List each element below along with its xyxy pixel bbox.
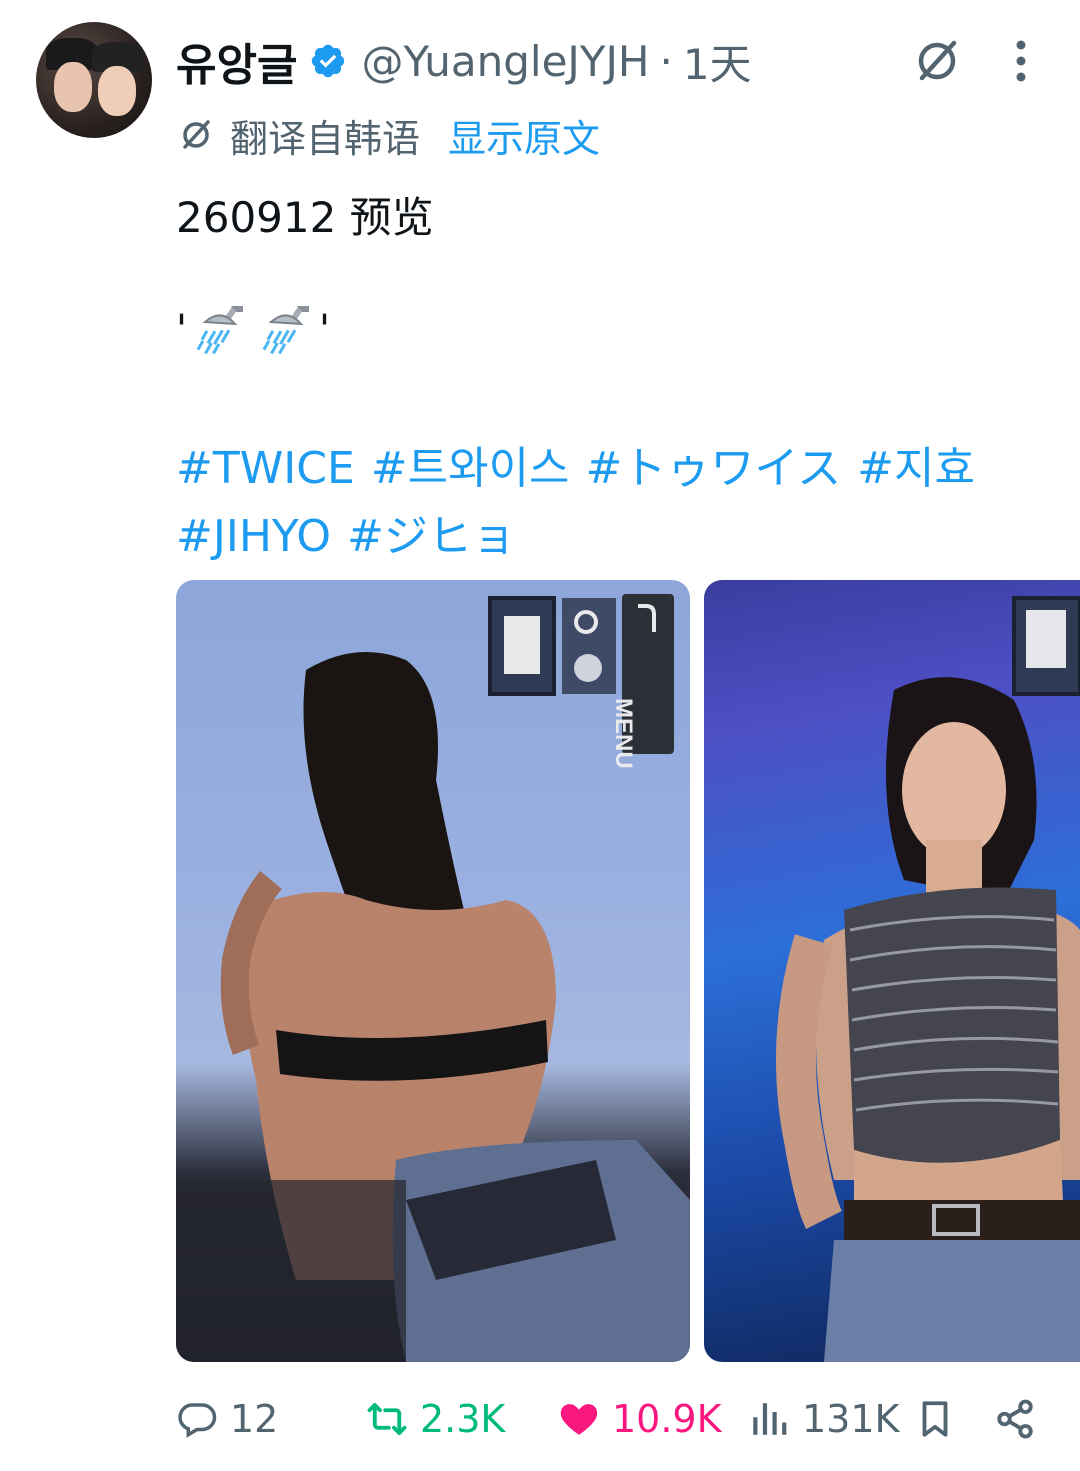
post-time[interactable]: 1天 [683,31,752,92]
views-button[interactable]: 131K [748,1390,899,1448]
user-handle[interactable]: @YuangleJYJH [361,37,649,86]
repost-count: 2.3K [420,1397,506,1441]
photo-illustration: MENU [176,594,690,1362]
views-count: 131K [802,1397,900,1441]
share-icon [997,1399,1033,1439]
quote-mark: ' [319,307,330,353]
hashtag-link[interactable]: #트와이스 [371,443,570,494]
emoji-line: ' ' [176,300,330,360]
separator-dot: · [659,36,673,86]
grok-translate-icon [183,120,210,149]
tweet-post[interactable]: 유앙글 @YuangleJYJH · 1天 翻译自韩语 显示原文 260912 … [0,0,1080,1471]
translation-bar: 翻译自韩语 显示原文 [176,108,600,162]
grok-icon[interactable] [910,34,964,88]
heart-icon [560,1404,598,1435]
shower-icon [262,306,309,355]
action-bar: 12 2.3K 10.9K 131K [176,1390,1056,1448]
hashtags-row: #JIHYO #ジヒョ [176,500,532,564]
tweet-header: 유앙글 @YuangleJYJH · 1天 [176,26,752,96]
avatar-detail [98,66,136,116]
media-photo-1[interactable]: MENU [176,580,690,1362]
tweet-text-line: 260912 预览 [176,193,434,242]
avatar-detail [54,62,92,112]
hashtag-link[interactable]: #ジヒョ [347,511,516,562]
views-icon [753,1403,787,1435]
share-button[interactable] [994,1390,1048,1448]
hashtag-link[interactable]: #TWICE [176,443,355,494]
hashtag-link[interactable]: #トゥワイス [586,443,842,494]
hashtag-link[interactable]: #지효 [857,443,975,494]
more-options-icon[interactable] [1004,34,1038,88]
avatar[interactable] [36,22,152,138]
hashtag-link[interactable]: #JIHYO [176,511,331,562]
like-count: 10.9K [612,1397,722,1441]
reply-button[interactable]: 12 [176,1390,278,1448]
display-name[interactable]: 유앙글 [176,29,297,93]
media-photo-2[interactable] [704,580,1080,1362]
repost-button[interactable]: 2.3K [366,1390,505,1448]
show-original-link[interactable]: 显示原文 [448,108,600,163]
verified-badge-icon [312,44,345,78]
bookmark-button[interactable] [914,1390,968,1448]
menu-label: MENU [610,698,637,769]
repost-icon [367,1403,407,1435]
quote-mark: ' [176,307,187,353]
photo-illustration [776,596,1080,1362]
shower-icon [196,306,243,355]
reply-count: 12 [230,1397,279,1441]
translated-from-label: 翻译自韩语 [230,116,421,161]
reply-icon [178,1403,217,1438]
like-button[interactable]: 10.9K [558,1390,722,1448]
bookmark-icon [922,1401,948,1437]
hashtags-row: #TWICE #트와이스 #トゥワイス #지효 [176,432,991,496]
